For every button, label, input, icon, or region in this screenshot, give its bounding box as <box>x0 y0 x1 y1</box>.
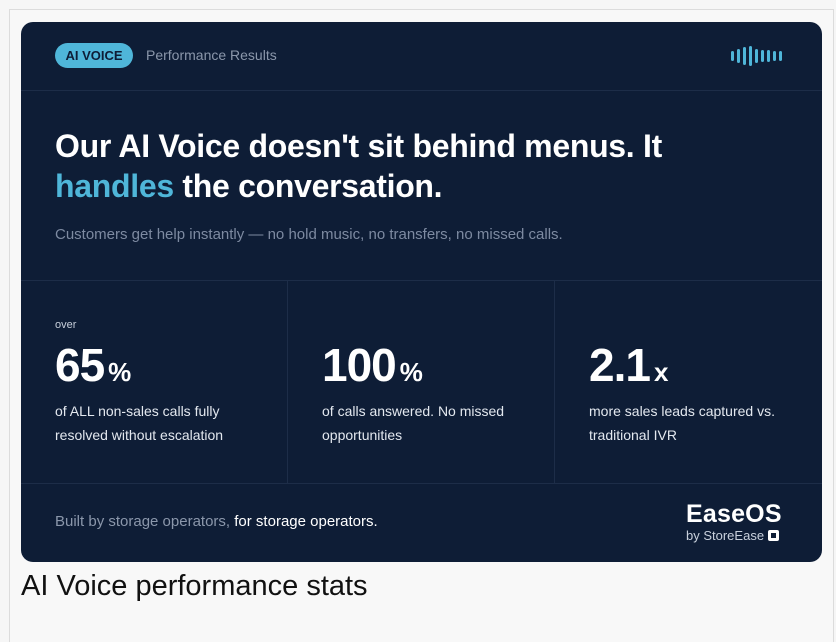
header-label: Performance Results <box>146 47 277 63</box>
stat-number: 2.1 <box>589 339 651 391</box>
footer-strong: for storage operators. <box>230 513 378 530</box>
logo-sub-text: by StoreEase <box>686 528 765 543</box>
stat-description: more sales leads captured vs. traditiona… <box>589 403 775 443</box>
stat-resolved: over 65% of ALL non-sales calls fully re… <box>21 281 287 483</box>
headline-accent: handles <box>55 168 174 204</box>
headline-line1: Our AI Voice doesn't sit behind menus. I… <box>55 128 662 164</box>
ai-voice-badge: AI VOICE <box>55 43 133 68</box>
stat-answered: 100% of calls answered. No missed opport… <box>287 281 553 483</box>
stat-value: 2.1 x <box>589 337 668 400</box>
card-header: AI VOICE Performance Results <box>21 22 822 91</box>
stat-number: 65 <box>55 339 105 391</box>
stat-value: 65% <box>55 337 131 400</box>
easeos-logo: EaseOS by StoreEase <box>686 500 790 543</box>
stat-unit: x <box>653 357 669 387</box>
headline: Our AI Voice doesn't sit behind menus. I… <box>55 126 785 206</box>
stat-unit: % <box>399 357 423 387</box>
image-caption: AI Voice performance stats <box>21 570 368 602</box>
soundwave-icon <box>731 46 791 66</box>
stat-value: 100% <box>322 337 423 400</box>
stat-unit: % <box>108 357 132 387</box>
stats-grid: over 65% of ALL non-sales calls fully re… <box>21 280 822 484</box>
logo-byline: by StoreEase <box>686 528 790 543</box>
stat-prefix: over <box>55 319 77 331</box>
storeease-logo-icon <box>768 530 780 541</box>
logo-name: EaseOS <box>686 500 782 528</box>
stat-number: 100 <box>322 339 397 391</box>
stat-description: of calls answered. No missed opportuniti… <box>322 403 505 443</box>
footer-tagline: Built by storage operators, for storage … <box>55 513 378 530</box>
performance-card: AI VOICE Performance Results Our AI Voic… <box>21 22 822 562</box>
stat-leads: 2.1 x more sales leads captured vs. tradi… <box>554 281 820 483</box>
headline-rest: the conversation. <box>173 168 443 204</box>
footer-muted: Built by storage operators, <box>55 513 231 530</box>
subheadline: Customers get help instantly — no hold m… <box>55 226 563 243</box>
stat-description: of ALL non-sales calls fully resolved wi… <box>55 403 224 443</box>
